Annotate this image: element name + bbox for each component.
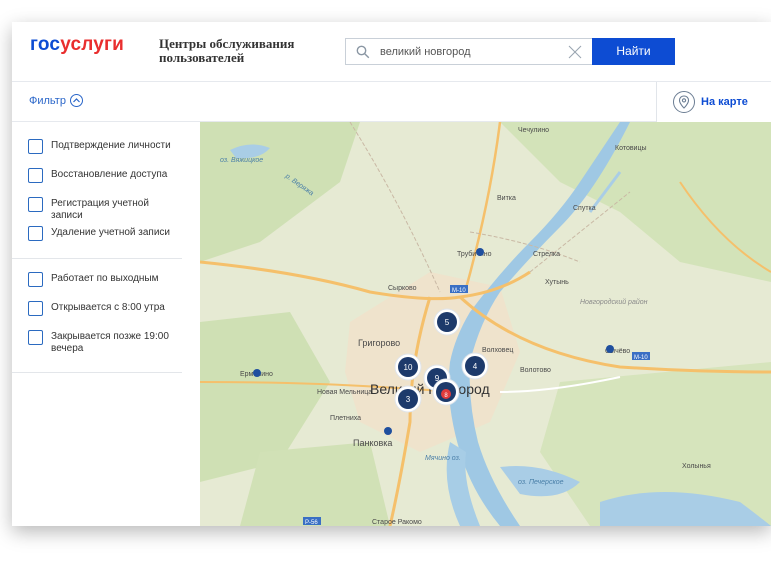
road-label: Р-56 [305, 520, 318, 526]
office-marker[interactable] [384, 427, 392, 435]
place-label: Чечулино [518, 127, 549, 134]
place-label: Мячино оз. [425, 455, 461, 462]
cluster-count: 4 [473, 362, 478, 371]
office-marker[interactable] [476, 248, 484, 256]
checkbox-delete-account[interactable]: Удаление учетной записи [28, 226, 181, 241]
search-input[interactable] [380, 43, 560, 61]
chevron-up-icon [69, 94, 83, 107]
place-label: Старое Ракомо [372, 519, 422, 526]
logo-part-gos: гос [30, 34, 61, 55]
page: госуслуги Центры обслуживания пользовате… [0, 0, 771, 582]
checkbox-opens-8[interactable]: Открывается с 8:00 утра [28, 301, 181, 316]
place-label: Хутынь [545, 279, 569, 286]
place-label: оз. Печерское [518, 479, 564, 486]
place-label: Новгородский район [580, 298, 648, 306]
search-icon [356, 45, 370, 59]
place-label: Панковка [353, 438, 392, 448]
logo-part-uslugi: услуги [60, 34, 125, 55]
tab-map-label: На карте [701, 96, 748, 108]
checkbox-label: Открывается с 8:00 утра [51, 302, 165, 313]
divider [12, 372, 182, 373]
checkbox-weekends[interactable]: Работает по выходным [28, 272, 181, 287]
checkbox-box[interactable] [28, 301, 43, 316]
page-title: Центры обслуживания пользователей [159, 36, 295, 65]
place-label: Витка [497, 195, 516, 202]
road-label: М-10 [452, 288, 466, 294]
place-label: Сырково [388, 285, 417, 292]
place-label: Волховец [482, 347, 513, 354]
checkbox-box[interactable] [28, 139, 43, 154]
app-window: госуслуги Центры обслуживания пользовате… [12, 22, 771, 526]
checkbox-box[interactable] [28, 168, 43, 183]
checkbox-box[interactable] [28, 330, 43, 345]
cluster-count: 3 [406, 395, 411, 404]
place-label: Холынья [682, 463, 711, 470]
search-box [345, 38, 593, 65]
checkbox-label: Удаление учетной записи [51, 227, 171, 238]
place-label: Волотово [520, 367, 551, 374]
place-label: Новая Мельница [317, 389, 372, 396]
checkbox-identity[interactable]: Подтверждение личности [28, 139, 181, 154]
checkbox-recovery[interactable]: Восстановление доступа [28, 168, 181, 183]
office-marker[interactable] [253, 369, 261, 377]
checkbox-box[interactable] [28, 226, 43, 241]
gosuslugi-logo[interactable]: госуслуги [30, 34, 124, 56]
place-label: Григорово [358, 338, 400, 348]
checkbox-label: Подтверждение личности [51, 140, 171, 151]
place-label: оз. Вяжицкое [220, 157, 263, 164]
place-label: Спутка [573, 205, 596, 212]
clear-icon[interactable] [568, 45, 582, 59]
checkbox-closes-after-19[interactable]: Закрывается позже 19:00 вечера [28, 330, 181, 355]
header: госуслуги Центры обслуживания пользовате… [12, 22, 771, 82]
road-label: М-10 [634, 355, 648, 361]
map-canvas: М-10 М-10 Р-56 Чечулино Котовицы оз. Вяж… [200, 122, 771, 526]
place-label: Котовицы [615, 145, 647, 152]
checkbox-label: Закрывается позже 19:00 вечера [51, 331, 169, 354]
checkbox-box[interactable] [28, 272, 43, 287]
checkbox-box[interactable] [28, 197, 43, 212]
cluster-count: 10 [404, 363, 413, 372]
filter-sidebar: Подтверждение личности Восстановление до… [12, 122, 200, 526]
divider [12, 258, 182, 259]
checkbox-label: Восстановление доступа [51, 169, 168, 180]
place-label: Трубичино [457, 250, 492, 258]
place-label: Плетниха [330, 415, 361, 422]
office-marker[interactable] [606, 345, 614, 353]
map-pin-icon [673, 91, 695, 113]
checkbox-registration[interactable]: Регистрация учетной записи [28, 197, 181, 222]
checkbox-label: Регистрация учетной записи [51, 198, 149, 221]
map-view[interactable]: М-10 М-10 Р-56 Чечулино Котовицы оз. Вяж… [200, 122, 771, 526]
checkbox-label: Работает по выходным [51, 273, 159, 284]
filter-toggle[interactable]: Фильтр [29, 94, 83, 107]
find-button[interactable]: Найти [592, 38, 675, 65]
tab-map[interactable]: На карте [656, 82, 771, 122]
place-label: Стрелка [533, 251, 560, 258]
filter-label: Фильтр [29, 94, 66, 107]
cluster-count: 5 [445, 318, 450, 327]
